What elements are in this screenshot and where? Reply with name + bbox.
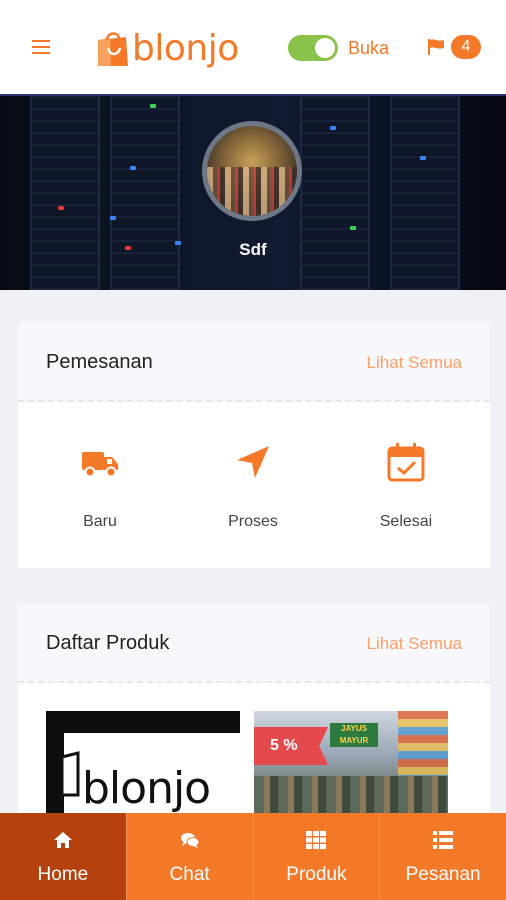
orders-card-header: Pemesanan Lihat Semua: [18, 322, 490, 402]
flag-icon[interactable]: [427, 38, 445, 56]
notification-badge[interactable]: 4: [451, 35, 481, 59]
app-header: blonjo Buka 4: [0, 0, 506, 96]
toggle-knob: [315, 38, 335, 58]
grid-icon: [306, 831, 327, 849]
server-led: [110, 216, 116, 220]
nav-home[interactable]: Home: [0, 813, 127, 900]
server-led: [130, 166, 136, 170]
calendar-check-icon: [387, 443, 425, 482]
logo-text: blonjo: [132, 27, 239, 69]
products-title: Daftar Produk: [46, 632, 170, 654]
menu-icon[interactable]: [32, 40, 50, 54]
server-led: [330, 126, 336, 130]
home-icon: [53, 832, 72, 848]
chat-icon: [180, 833, 200, 848]
order-status-label: Selesai: [379, 513, 433, 530]
nav-label: Home: [37, 864, 89, 885]
products-see-all-link[interactable]: Lihat Semua: [367, 634, 462, 654]
app-logo: blonjo: [96, 24, 239, 72]
orders-card: Pemesanan Lihat Semua Baru Proses Selesa…: [18, 322, 490, 568]
server-rack: [30, 96, 100, 290]
list-icon: [433, 831, 454, 849]
server-rack: [390, 96, 460, 290]
server-led: [150, 104, 156, 108]
products-card-header: Daftar Produk Lihat Semua: [18, 603, 490, 683]
server-led: [350, 226, 356, 230]
order-status-done[interactable]: Selesai: [346, 442, 466, 531]
discount-badge: 5 %: [254, 727, 328, 765]
nav-label: Chat: [169, 864, 210, 885]
order-status-new[interactable]: Baru: [40, 442, 160, 531]
order-status-label: Proses: [228, 513, 278, 530]
store-avatar[interactable]: [202, 121, 302, 221]
product-thumbnail[interactable]: JAYUS MAYUR 5 %: [254, 711, 448, 821]
nav-products[interactable]: Produk: [253, 813, 381, 900]
bottom-navigation: Home Chat Produk Pesanan: [0, 813, 506, 900]
orders-title: Pemesanan: [46, 351, 153, 373]
orders-see-all-link[interactable]: Lihat Semua: [367, 353, 462, 373]
logo-bag-icon: [60, 751, 80, 797]
store-name: Sdf: [239, 240, 267, 259]
nav-label: Produk: [286, 864, 347, 885]
order-status-label: Baru: [83, 513, 117, 530]
server-led: [58, 206, 64, 210]
truck-icon: [82, 452, 118, 478]
order-status-process[interactable]: Proses: [193, 442, 313, 531]
server-rack: [110, 96, 180, 290]
navigation-arrow-icon: [237, 446, 269, 478]
server-led: [420, 156, 426, 160]
nav-chat[interactable]: Chat: [126, 813, 254, 900]
nav-orders[interactable]: Pesanan: [380, 813, 506, 900]
product-thumbnail[interactable]: blonjo: [46, 711, 240, 821]
store-open-toggle[interactable]: [288, 35, 338, 61]
store-sign: JAYUS MAYUR: [330, 723, 378, 747]
avatar-image: [207, 166, 297, 216]
nav-label: Pesanan: [405, 864, 481, 885]
store-status-label: Buka: [348, 38, 390, 58]
shopping-bag-icon: [98, 32, 128, 66]
product-image-text: blonjo: [82, 763, 211, 814]
